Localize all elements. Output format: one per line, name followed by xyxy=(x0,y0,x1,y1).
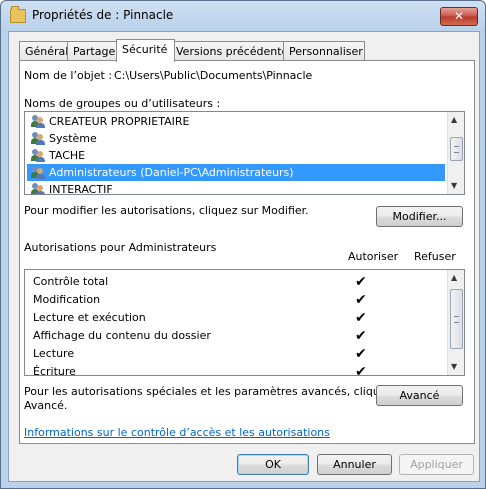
user-group-icon xyxy=(31,183,45,194)
permission-name-affichage-contenu: Affichage du contenu du dossier xyxy=(33,329,211,342)
close-button[interactable]: ✕ xyxy=(440,7,478,26)
modify-hint: Pour modifier les autorisations, cliquez… xyxy=(24,204,309,217)
scroll-thumb[interactable] xyxy=(450,289,463,349)
advanced-hint-line2: Avancé. xyxy=(24,399,68,412)
scroll-down-arrow-icon[interactable]: ▼ xyxy=(451,362,457,371)
tab-general[interactable]: Général xyxy=(19,41,69,61)
scroll-down-arrow-icon[interactable]: ▼ xyxy=(451,181,457,190)
permission-name-lecture: Lecture xyxy=(33,347,75,360)
user-name: Administrateurs (Daniel-PC\Administrateu… xyxy=(49,166,294,179)
tab-versions-precedentes[interactable]: Versions précédentes xyxy=(170,41,294,61)
advanced-button[interactable]: Avancé xyxy=(376,385,463,406)
window-title: Propriétés de : Pinnacle xyxy=(32,8,174,22)
user-row-administrateurs[interactable]: Administrateurs (Daniel-PC\Administrateu… xyxy=(27,164,445,181)
permissions-scrollbar[interactable]: ▲ ▼ xyxy=(447,270,464,375)
permissions-label: Autorisations pour Administrateurs xyxy=(24,241,217,254)
tab-personnaliser[interactable]: Personnaliser xyxy=(283,41,365,61)
allow-check-affichage-contenu: ✔ xyxy=(355,328,367,344)
ok-button[interactable]: OK xyxy=(237,454,309,475)
user-row-systeme[interactable]: Système xyxy=(27,130,445,147)
apply-button[interactable]: Appliquer xyxy=(399,454,474,475)
allow-check-modification: ✔ xyxy=(355,292,367,308)
allow-check-controle-total: ✔ xyxy=(355,274,367,290)
allow-column-header: Autoriser xyxy=(348,250,399,263)
allow-check-lecture: ✔ xyxy=(355,346,367,362)
tab-partage[interactable]: Partage xyxy=(67,41,121,61)
user-group-icon xyxy=(31,149,45,162)
dialog-client-area: Général Partage Sécurité Versions précéd… xyxy=(8,31,480,482)
users-scrollbar[interactable]: ▲ ▼ xyxy=(447,112,464,194)
user-row-createur-proprietaire[interactable]: CREATEUR PROPRIETAIRE xyxy=(27,113,445,130)
user-name: CREATEUR PROPRIETAIRE xyxy=(49,115,190,128)
allow-check-ecriture: ✔ xyxy=(355,364,367,376)
object-name-label: Nom de l’objet : xyxy=(24,69,113,82)
user-name: TACHE xyxy=(49,149,86,162)
scroll-thumb[interactable] xyxy=(450,137,463,161)
user-name: INTERACTIF xyxy=(49,183,113,195)
scroll-up-arrow-icon[interactable]: ▲ xyxy=(451,115,457,124)
user-group-icon xyxy=(31,132,45,145)
folder-icon xyxy=(10,6,26,23)
permission-name-controle-total: Contrôle total xyxy=(33,275,109,288)
permission-name-modification: Modification xyxy=(33,293,101,306)
access-control-info-link[interactable]: Informations sur le contrôle d’accès et … xyxy=(24,426,330,439)
object-name-value: C:\Users\Public\Documents\Pinnacle xyxy=(114,69,313,82)
user-row-tache[interactable]: TACHE xyxy=(27,147,445,164)
permission-name-lecture-execution: Lecture et exécution xyxy=(33,311,146,324)
advanced-hint-line1: Pour les autorisations spéciales et les … xyxy=(24,385,414,398)
scroll-up-arrow-icon[interactable]: ▲ xyxy=(451,273,457,282)
users-list-label: Noms de groupes ou d’utilisateurs : xyxy=(24,97,221,110)
users-listbox[interactable]: CREATEUR PROPRIETAIRE Système TACHE Admi… xyxy=(24,111,465,195)
allow-check-lecture-execution: ✔ xyxy=(355,310,367,326)
title-bar: Propriétés de : Pinnacle ✕ xyxy=(0,0,486,30)
user-row-interactif[interactable]: INTERACTIF xyxy=(27,181,445,195)
permission-name-ecriture: Écriture xyxy=(33,365,76,376)
modify-button[interactable]: Modifier... xyxy=(376,206,463,227)
user-name: Système xyxy=(49,132,97,145)
user-group-icon xyxy=(31,115,45,128)
permissions-listbox[interactable]: Contrôle total ✔ Modification ✔ Lecture … xyxy=(24,269,465,376)
security-tab-page: Nom de l’objet : C:\Users\Public\Documen… xyxy=(19,60,475,444)
cancel-button[interactable]: Annuler xyxy=(317,454,392,475)
tab-securite[interactable]: Sécurité xyxy=(116,39,175,62)
deny-column-header: Refuser xyxy=(414,250,456,263)
user-group-icon xyxy=(31,166,45,179)
